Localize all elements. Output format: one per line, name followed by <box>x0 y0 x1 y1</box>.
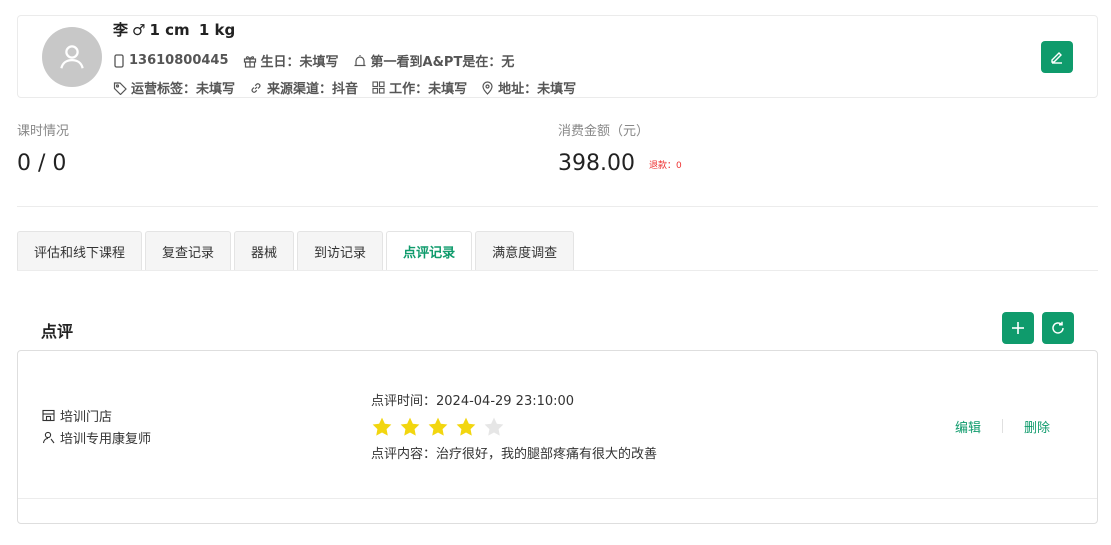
source-value: 抖音 <box>332 82 359 97</box>
spend-label: 消费金额（元） <box>558 124 650 139</box>
profile-name: 李 <box>113 21 129 39</box>
tab-recheck[interactable]: 复查记录 <box>145 231 232 271</box>
edit-review-link[interactable]: 编辑 <box>955 417 981 436</box>
first-seen-value: 无 <box>501 55 515 70</box>
hours-label: 课时情况 <box>17 124 70 139</box>
delete-review-link[interactable]: 删除 <box>1024 417 1050 436</box>
profile-name-row: 李 ♂ 1 cm 1 kg <box>113 19 239 40</box>
gender-icon: ♂ <box>132 21 146 39</box>
job-label: 工作： <box>389 82 429 97</box>
store-icon <box>42 409 55 422</box>
edit-icon <box>1051 52 1062 64</box>
star-filled-icon[interactable] <box>399 416 421 438</box>
review-content: 点评内容：治疗很好，我的腿部疼痛有很大的改善 <box>371 447 658 462</box>
profile-card: 李 ♂ 1 cm 1 kg 13610800445 生日： 未填写 第一看到A&PT是… <box>17 15 1098 98</box>
source-label: 来源渠道： <box>267 82 333 97</box>
tab-equipment[interactable]: 器械 <box>234 231 295 271</box>
tabs-underline <box>17 270 1098 271</box>
phone-item: 13610800445 <box>113 53 229 68</box>
star-filled-icon[interactable] <box>455 416 477 438</box>
alarm-icon <box>354 54 366 66</box>
add-review-button[interactable] <box>1002 312 1034 344</box>
review-list: 培训门店 培训专用康复师 点评时间：2024-04-29 23:10:00 点评… <box>17 350 1098 524</box>
address-label: 地址： <box>498 82 538 97</box>
rating-stars <box>371 416 511 438</box>
refresh-icon <box>1052 321 1064 334</box>
first-seen-item: 第一看到A&PT是在：无 <box>353 51 515 70</box>
star-filled-icon[interactable] <box>371 416 393 438</box>
tab-assessment[interactable]: 评估和线下课程 <box>17 231 143 271</box>
avatar-user-icon <box>60 45 84 69</box>
therapist-line: 培训专用康复师 <box>42 428 151 447</box>
tag-icon <box>113 81 127 95</box>
list-divider <box>18 498 1097 499</box>
user-icon <box>42 431 55 444</box>
spend-stat: 消费金额（元） 398.00 退款：0 <box>558 120 682 176</box>
hours-stat: 课时情况 0 / 0 <box>17 120 69 176</box>
first-seen-label: 第一看到A&PT是在： <box>370 55 502 70</box>
plus-icon <box>1012 322 1024 334</box>
location-icon <box>482 80 493 95</box>
spend-value-row: 398.00 退款：0 <box>558 151 682 176</box>
source-item: 来源渠道： 抖音 <box>249 78 358 97</box>
refund-text: 退款：0 <box>648 160 682 171</box>
action-separator <box>1002 419 1003 433</box>
ops-tag-label: 运营标签： <box>131 82 197 97</box>
phone-icon <box>114 53 124 68</box>
job-item: 工作： 未填写 <box>372 78 467 97</box>
gift-icon <box>243 55 256 68</box>
link-icon <box>251 82 261 93</box>
address-value: 未填写 <box>537 82 577 97</box>
section-title: 点评 <box>41 322 74 341</box>
info-row-details: 运营标签： 未填写 来源渠道： 抖音 工作： 未填写 地址： 未填写 <box>113 78 590 97</box>
profile-weight: 1 kg <box>198 21 236 39</box>
store-name: 培训门店 <box>60 410 113 425</box>
birthday-label: 生日： <box>260 55 300 70</box>
hours-value: 0 / 0 <box>17 151 67 176</box>
tab-satisfaction[interactable]: 满意度调查 <box>475 231 575 271</box>
store-line: 培训门店 <box>42 406 112 425</box>
tab-reviews[interactable]: 点评记录 <box>386 231 473 271</box>
edit-profile-button[interactable] <box>1041 41 1073 73</box>
tab-bar: 评估和线下课程 复查记录 器械 到访记录 点评记录 满意度调查 <box>17 231 577 271</box>
birthday-item: 生日： 未填写 <box>243 51 339 70</box>
ops-tag-item: 运营标签： 未填写 <box>113 78 235 97</box>
refresh-button[interactable] <box>1042 312 1074 344</box>
address-item: 地址： 未填写 <box>481 78 576 97</box>
spend-value: 398.00 <box>558 151 635 176</box>
star-filled-icon[interactable] <box>427 416 449 438</box>
grid-icon <box>372 81 385 94</box>
stats-divider <box>17 206 1098 207</box>
ops-tag-value: 未填写 <box>196 82 236 97</box>
review-time: 点评时间：2024-04-29 23:10:00 <box>371 394 575 409</box>
birthday-value: 未填写 <box>299 55 339 70</box>
star-empty-icon[interactable] <box>483 416 505 438</box>
therapist-name: 培训专用康复师 <box>60 432 152 447</box>
info-row-contact: 13610800445 生日： 未填写 第一看到A&PT是在：无 <box>113 51 528 70</box>
job-value: 未填写 <box>428 82 468 97</box>
avatar <box>42 27 102 87</box>
profile-height: 1 cm <box>149 21 190 39</box>
tab-visits[interactable]: 到访记录 <box>297 231 384 271</box>
phone-number: 13610800445 <box>129 53 229 68</box>
